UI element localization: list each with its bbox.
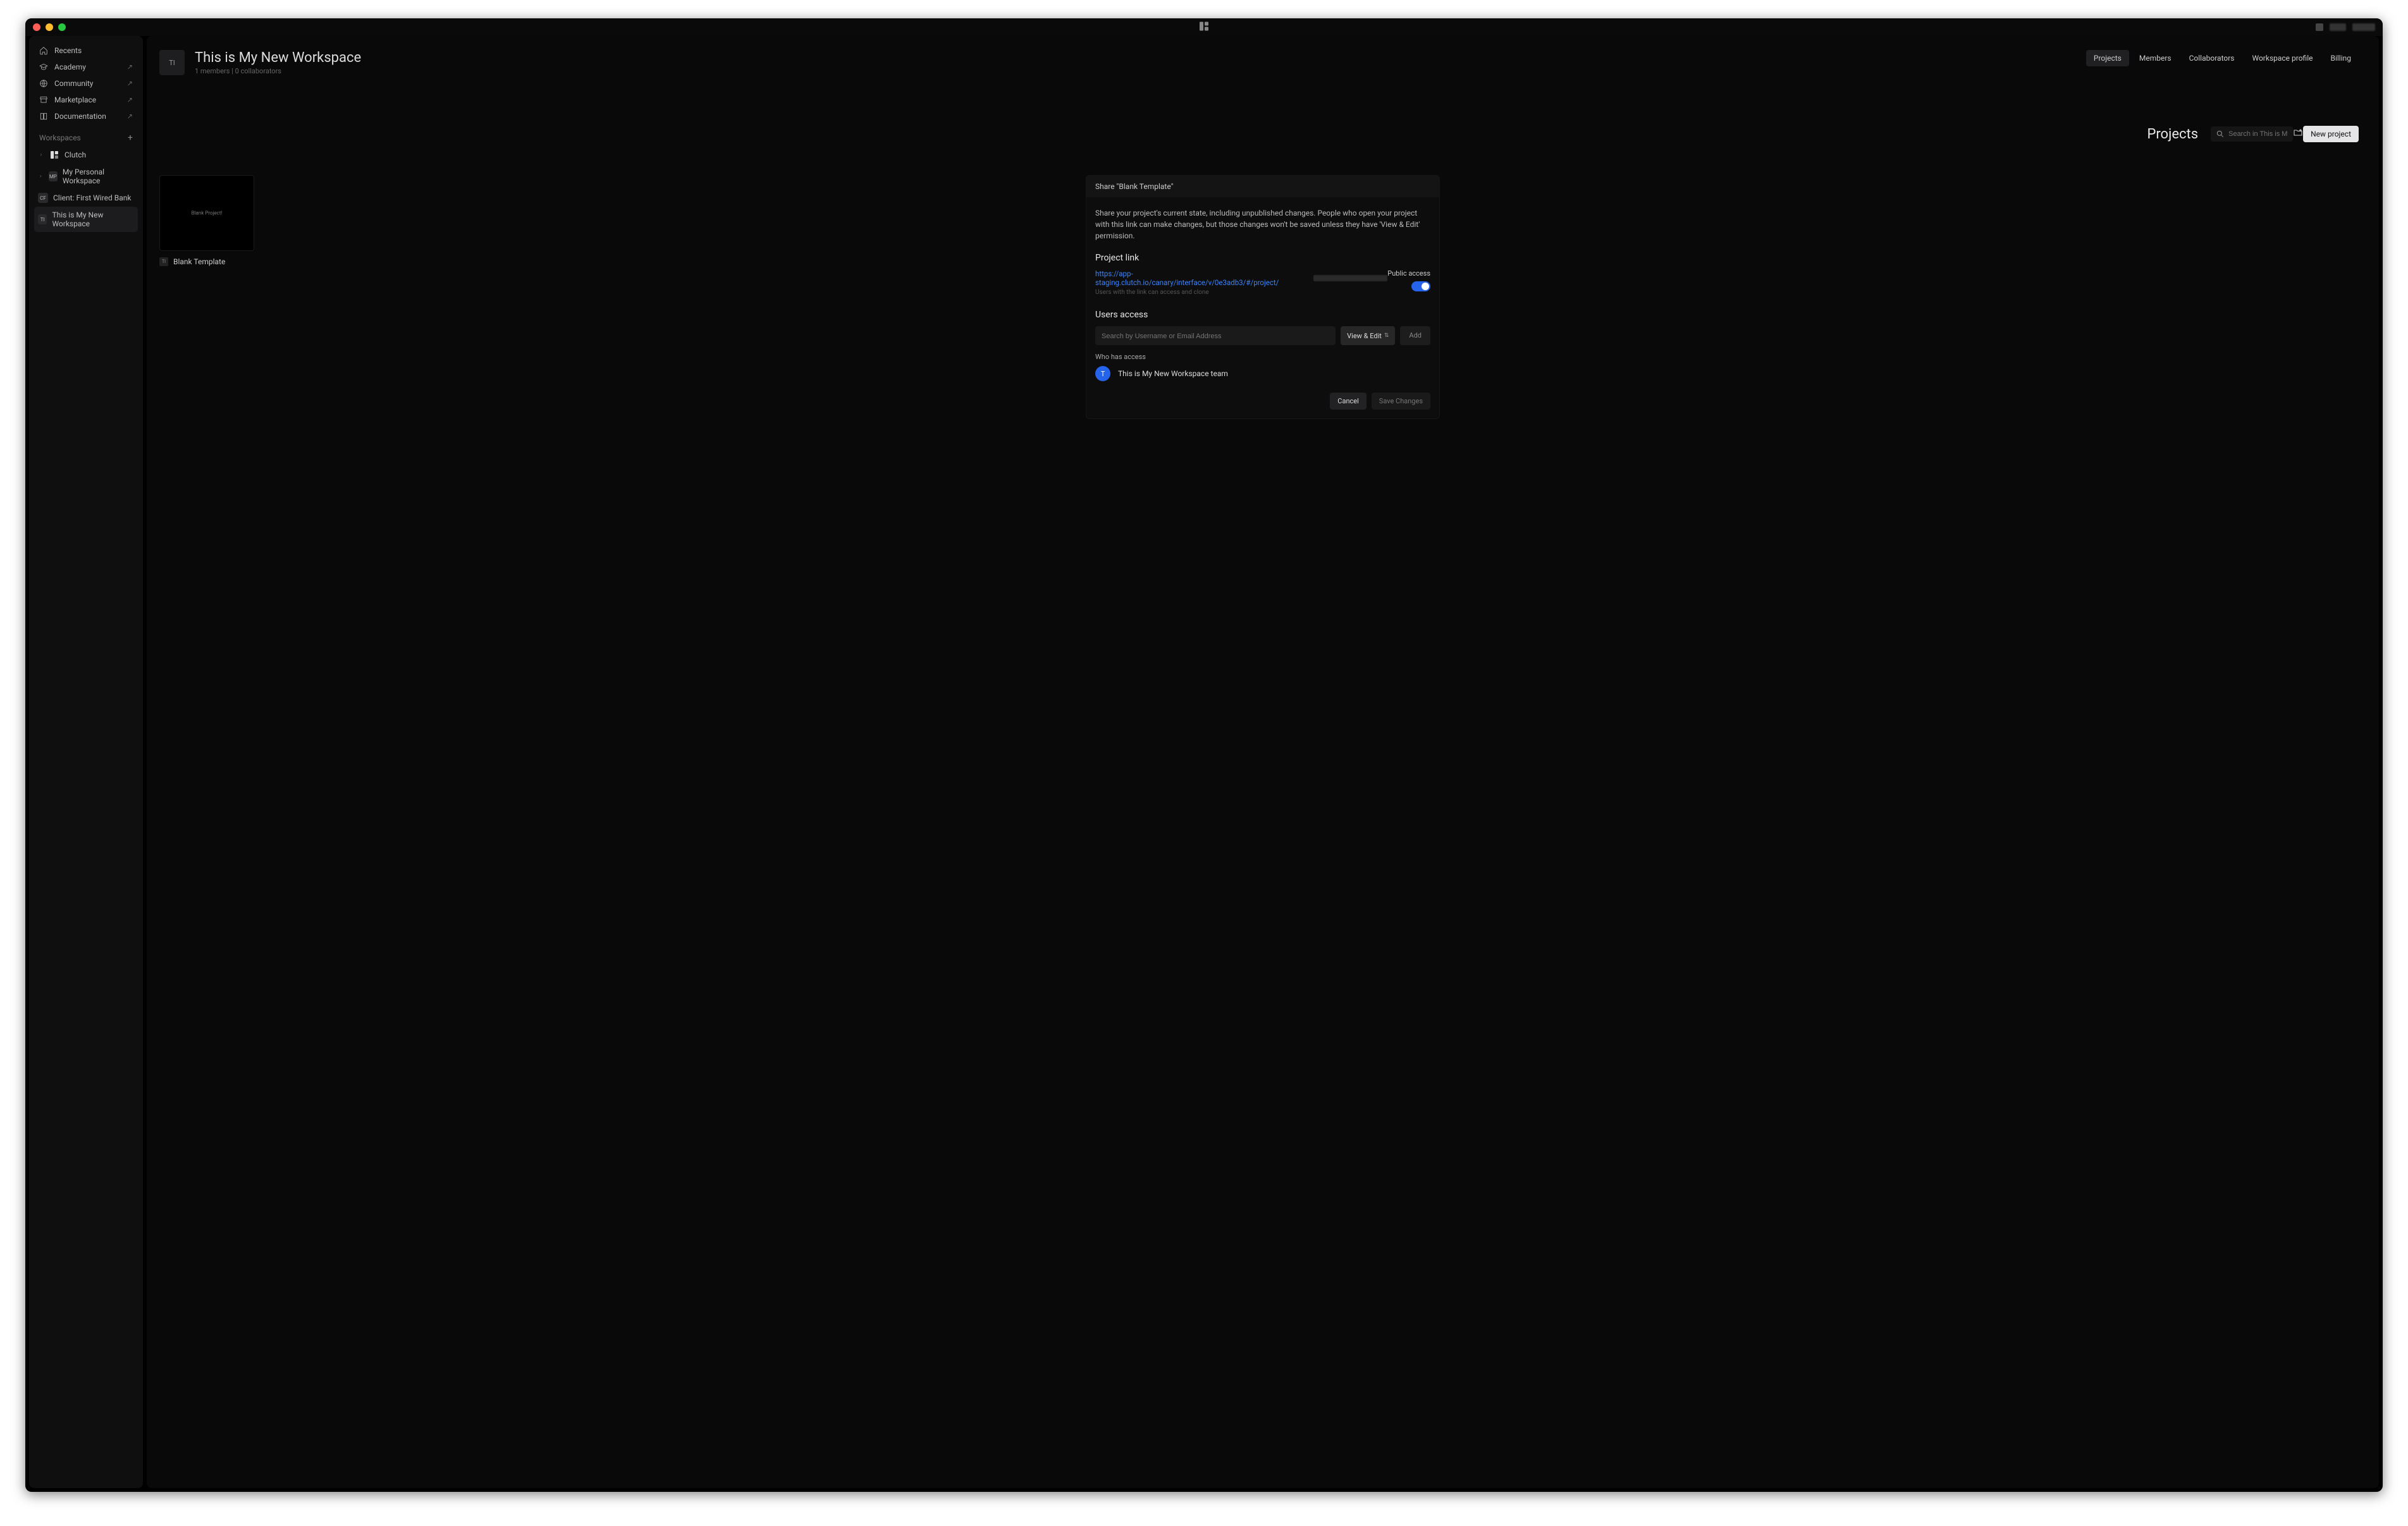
users-access-label: Users access xyxy=(1095,310,1430,320)
main-content: TI This is My New Workspace 1 members | … xyxy=(147,36,2379,1488)
titlebar-unknown-1[interactable] xyxy=(2330,23,2346,31)
tab-billing[interactable]: Billing xyxy=(2323,50,2359,66)
external-link-icon: ↗ xyxy=(127,80,133,88)
window-close-button[interactable] xyxy=(33,23,40,31)
projects-search[interactable] xyxy=(2211,126,2293,142)
book-icon xyxy=(39,112,48,121)
modal-title: Share "Blank Template" xyxy=(1086,176,1439,197)
sidebar-item-label: Recents xyxy=(54,46,82,55)
new-project-button[interactable]: New project xyxy=(2303,126,2359,142)
globe-icon xyxy=(39,79,48,88)
public-access-toggle[interactable] xyxy=(1411,281,1430,291)
workspace-badge: MP xyxy=(49,171,58,181)
sidebar-item-academy[interactable]: Academy ↗ xyxy=(34,59,138,75)
projects-toolbar: Projects New project xyxy=(147,126,2379,142)
external-link-icon: ↗ xyxy=(127,63,133,71)
workspace-label: Clutch xyxy=(64,150,86,159)
role-select-value: View & Edit xyxy=(1347,332,1382,340)
who-has-access-label: Who has access xyxy=(1095,353,1430,361)
workspace-item-personal[interactable]: › MP My Personal Workspace xyxy=(34,164,138,189)
cancel-button[interactable]: Cancel xyxy=(1330,393,1366,410)
modal-description: Share your project's current state, incl… xyxy=(1095,207,1430,241)
sidebar-item-recents[interactable]: Recents xyxy=(34,42,138,59)
share-modal: Share "Blank Template" Share your projec… xyxy=(1086,175,1440,419)
project-name: Blank Template xyxy=(173,257,225,266)
workspace-badge: CF xyxy=(38,193,48,203)
project-badge: TI xyxy=(159,257,168,266)
user-search[interactable] xyxy=(1095,326,1336,345)
workspace-header: TI This is My New Workspace 1 members | … xyxy=(147,36,2379,75)
chevron-updown-icon: ⇅ xyxy=(1384,333,1389,339)
external-link-icon: ↗ xyxy=(127,96,133,104)
project-link-redacted xyxy=(1313,275,1388,281)
sidebar-item-label: Documentation xyxy=(54,112,106,121)
projects-search-input[interactable] xyxy=(2228,130,2288,138)
save-changes-button[interactable]: Save Changes xyxy=(1372,393,1430,410)
header-tabs: Projects Members Collaborators Workspace… xyxy=(2086,50,2359,66)
external-link-icon: ↗ xyxy=(127,113,133,121)
tab-workspace-profile[interactable]: Workspace profile xyxy=(2244,50,2320,66)
sidebar: Recents Academy ↗ Community ↗ M xyxy=(29,36,143,1488)
workspace-label: This is My New Workspace xyxy=(52,211,134,228)
chevron-right-icon[interactable]: › xyxy=(38,173,44,180)
workspace-meta: 1 members | 0 collaborators xyxy=(195,67,361,75)
workspace-label: Client: First Wired Bank xyxy=(53,193,132,202)
tab-members[interactable]: Members xyxy=(2132,50,2179,66)
titlebar-unknown-2[interactable] xyxy=(2352,23,2375,31)
workspace-title-block: This is My New Workspace 1 members | 0 c… xyxy=(195,50,361,75)
search-icon xyxy=(2216,130,2225,138)
sidebar-item-label: Academy xyxy=(54,63,86,71)
project-link-help: Users with the link can access and clone xyxy=(1095,289,1387,296)
add-workspace-button[interactable]: + xyxy=(128,133,133,142)
workspace-avatar: TI xyxy=(159,50,185,75)
titlebar-unknown-icon[interactable] xyxy=(2316,23,2323,31)
titlebar-right-controls xyxy=(2316,23,2375,31)
workspace-badge xyxy=(49,150,59,160)
workspace-item-clutch[interactable]: › Clutch xyxy=(34,146,138,164)
project-link-text: https://app-staging.clutch.io/canary/int… xyxy=(1095,269,1312,287)
access-row: T This is My New Workspace team xyxy=(1095,366,1430,381)
window-titlebar xyxy=(25,18,2383,36)
clutch-logo-icon xyxy=(1200,22,1208,31)
chevron-right-icon[interactable]: › xyxy=(38,152,44,158)
workspace-label: My Personal Workspace xyxy=(63,168,134,185)
sidebar-item-marketplace[interactable]: Marketplace ↗ xyxy=(34,92,138,108)
projects-heading: Projects xyxy=(2147,126,2198,142)
user-search-input[interactable] xyxy=(1102,333,1329,340)
project-thumbnail[interactable]: Blank Project! xyxy=(159,175,254,251)
tab-projects[interactable]: Projects xyxy=(2086,50,2129,66)
workspaces-header: Workspaces + xyxy=(34,125,138,146)
team-name: This is My New Workspace team xyxy=(1118,369,1228,378)
role-select[interactable]: View & Edit ⇅ xyxy=(1341,326,1395,345)
workspaces-label: Workspaces xyxy=(39,133,81,142)
sidebar-item-label: Marketplace xyxy=(54,95,96,104)
academy-icon xyxy=(39,63,48,71)
store-icon xyxy=(39,95,48,104)
new-folder-button[interactable] xyxy=(2293,128,2303,140)
project-link[interactable]: https://app-staging.clutch.io/canary/int… xyxy=(1095,269,1387,287)
window-zoom-button[interactable] xyxy=(58,23,66,31)
tab-collaborators[interactable]: Collaborators xyxy=(2182,50,2242,66)
window-minimize-button[interactable] xyxy=(46,23,53,31)
project-link-label: Project link xyxy=(1095,253,1430,263)
workspace-title: This is My New Workspace xyxy=(195,50,361,66)
traffic-lights xyxy=(33,23,66,31)
sidebar-item-label: Community xyxy=(54,79,93,88)
sidebar-item-community[interactable]: Community ↗ xyxy=(34,75,138,92)
project-card[interactable]: Blank Project! TI Blank Template xyxy=(159,175,254,266)
team-avatar: T xyxy=(1095,366,1110,381)
sidebar-item-documentation[interactable]: Documentation ↗ xyxy=(34,108,138,125)
workspace-badge: TI xyxy=(38,214,47,224)
public-access-label: Public access xyxy=(1387,269,1430,278)
add-user-button[interactable]: Add xyxy=(1400,326,1430,345)
workspace-item-new[interactable]: TI This is My New Workspace xyxy=(34,207,138,232)
project-thumb-label: Blank Project! xyxy=(191,211,222,216)
home-icon xyxy=(39,46,48,55)
app-window: Recents Academy ↗ Community ↗ M xyxy=(25,18,2383,1492)
app-logo xyxy=(1200,21,1208,34)
workspace-item-client[interactable]: CF Client: First Wired Bank xyxy=(34,189,138,207)
